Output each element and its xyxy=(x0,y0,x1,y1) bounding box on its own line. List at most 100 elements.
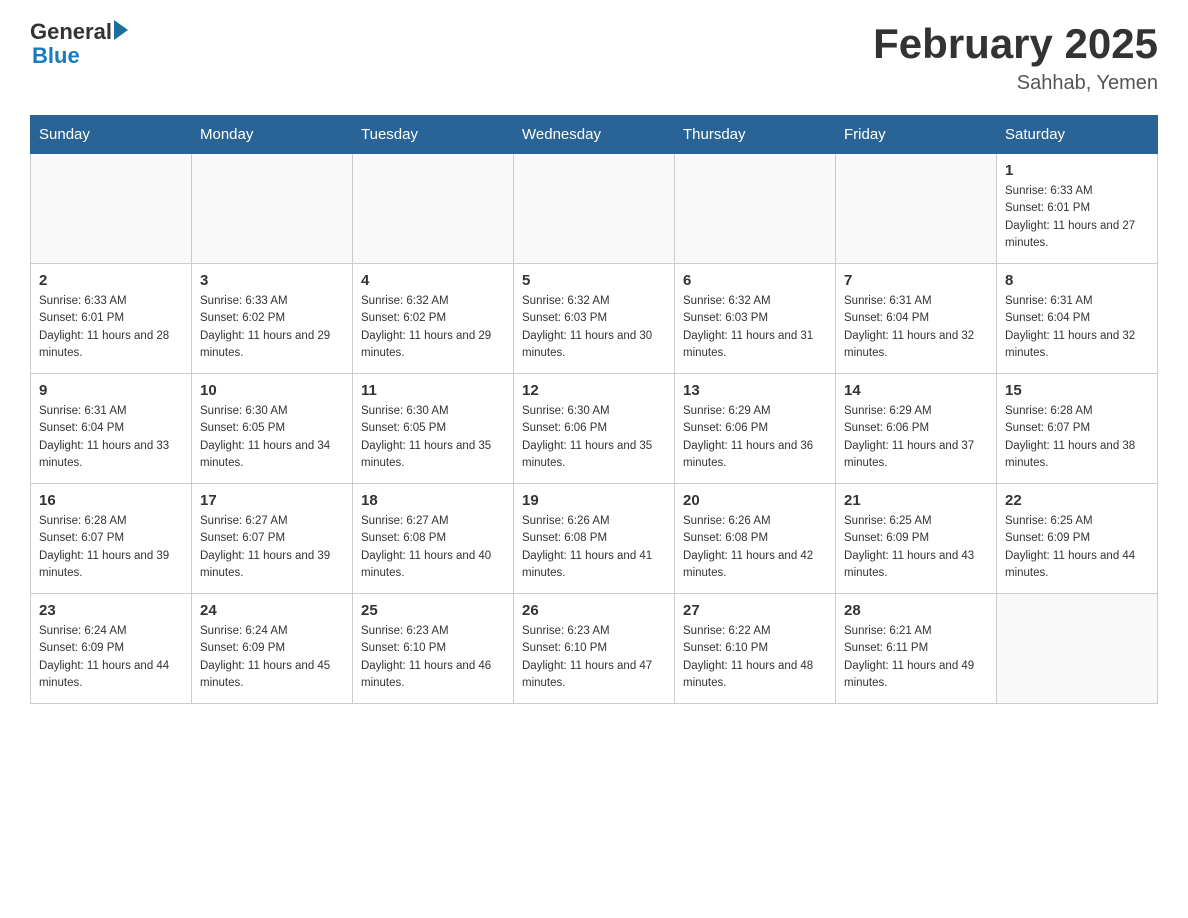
day-number: 14 xyxy=(844,382,988,399)
day-info: Sunrise: 6:32 AMSunset: 6:03 PMDaylight:… xyxy=(683,293,827,362)
day-number: 2 xyxy=(39,272,183,289)
weekday-header-sunday: Sunday xyxy=(31,116,192,154)
day-number: 15 xyxy=(1005,382,1149,399)
day-number: 1 xyxy=(1005,162,1149,179)
calendar-week-row: 1Sunrise: 6:33 AMSunset: 6:01 PMDaylight… xyxy=(31,154,1158,264)
calendar-week-row: 16 Sunrise: 6:28 AMSunset: 6:07 PMDayligh… xyxy=(31,484,1158,594)
day-info: Sunrise: 6:30 AMSunset: 6:05 PMDaylight:… xyxy=(200,403,344,472)
day-number: 28 xyxy=(844,602,988,619)
weekday-header-friday: Friday xyxy=(836,116,997,154)
weekday-header-wednesday: Wednesday xyxy=(514,116,675,154)
calendar-cell xyxy=(31,154,192,264)
day-number: 17 xyxy=(200,492,344,509)
calendar-cell: 10 Sunrise: 6:30 AMSunset: 6:05 PMDayligh… xyxy=(192,374,353,484)
day-number: 11 xyxy=(361,382,505,399)
calendar-cell xyxy=(675,154,836,264)
title-section: February 2025 Sahhab, Yemen xyxy=(873,20,1158,95)
day-number: 12 xyxy=(522,382,666,399)
day-info: Sunrise: 6:30 AMSunset: 6:06 PMDaylight:… xyxy=(522,403,666,472)
day-info: Sunrise: 6:31 AMSunset: 6:04 PMDaylight:… xyxy=(844,293,988,362)
logo-arrow-icon xyxy=(114,20,128,40)
day-info: Sunrise: 6:32 AMSunset: 6:03 PMDaylight:… xyxy=(522,293,666,362)
day-number: 22 xyxy=(1005,492,1149,509)
calendar-cell xyxy=(192,154,353,264)
calendar-cell: 6 Sunrise: 6:32 AMSunset: 6:03 PMDaylight… xyxy=(675,264,836,374)
day-number: 7 xyxy=(844,272,988,289)
day-info: Sunrise: 6:28 AMSunset: 6:07 PMDaylight:… xyxy=(39,513,183,582)
day-info: Sunrise: 6:21 AMSunset: 6:11 PMDaylight:… xyxy=(844,623,988,692)
day-info: Sunrise: 6:29 AMSunset: 6:06 PMDaylight:… xyxy=(683,403,827,472)
calendar-cell: 28 Sunrise: 6:21 AMSunset: 6:11 PMDayligh… xyxy=(836,594,997,704)
day-info: Sunrise: 6:23 AMSunset: 6:10 PMDaylight:… xyxy=(361,623,505,692)
calendar-cell: 12 Sunrise: 6:30 AMSunset: 6:06 PMDayligh… xyxy=(514,374,675,484)
logo: General Blue xyxy=(30,20,128,68)
calendar-week-row: 9 Sunrise: 6:31 AMSunset: 6:04 PMDaylight… xyxy=(31,374,1158,484)
day-number: 9 xyxy=(39,382,183,399)
weekday-header-saturday: Saturday xyxy=(997,116,1158,154)
location-text: Sahhab, Yemen xyxy=(873,72,1158,95)
calendar-cell: 20Sunrise: 6:26 AMSunset: 6:08 PMDayligh… xyxy=(675,484,836,594)
calendar-cell: 19 Sunrise: 6:26 AMSunset: 6:08 PMDayligh… xyxy=(514,484,675,594)
calendar-cell: 27 Sunrise: 6:22 AMSunset: 6:10 PMDayligh… xyxy=(675,594,836,704)
day-info: Sunrise: 6:22 AMSunset: 6:10 PMDaylight:… xyxy=(683,623,827,692)
calendar-cell: 13Sunrise: 6:29 AMSunset: 6:06 PMDayligh… xyxy=(675,374,836,484)
day-number: 18 xyxy=(361,492,505,509)
calendar-cell: 16 Sunrise: 6:28 AMSunset: 6:07 PMDayligh… xyxy=(31,484,192,594)
day-number: 10 xyxy=(200,382,344,399)
day-number: 27 xyxy=(683,602,827,619)
day-number: 3 xyxy=(200,272,344,289)
day-info: Sunrise: 6:33 AMSunset: 6:01 PMDaylight:… xyxy=(39,293,183,362)
day-number: 6 xyxy=(683,272,827,289)
calendar-cell: 15 Sunrise: 6:28 AMSunset: 6:07 PMDayligh… xyxy=(997,374,1158,484)
month-title: February 2025 xyxy=(873,20,1158,68)
day-info: Sunrise: 6:31 AMSunset: 6:04 PMDaylight:… xyxy=(1005,293,1149,362)
day-number: 21 xyxy=(844,492,988,509)
calendar-cell: 3 Sunrise: 6:33 AMSunset: 6:02 PMDaylight… xyxy=(192,264,353,374)
day-info: Sunrise: 6:25 AMSunset: 6:09 PMDaylight:… xyxy=(1005,513,1149,582)
weekday-header-monday: Monday xyxy=(192,116,353,154)
day-info: Sunrise: 6:27 AMSunset: 6:08 PMDaylight:… xyxy=(361,513,505,582)
day-info: Sunrise: 6:23 AMSunset: 6:10 PMDaylight:… xyxy=(522,623,666,692)
page-header: General Blue February 2025 Sahhab, Yemen xyxy=(30,20,1158,95)
calendar-cell: 22 Sunrise: 6:25 AMSunset: 6:09 PMDayligh… xyxy=(997,484,1158,594)
calendar-cell: 7 Sunrise: 6:31 AMSunset: 6:04 PMDaylight… xyxy=(836,264,997,374)
calendar-cell: 2 Sunrise: 6:33 AMSunset: 6:01 PMDaylight… xyxy=(31,264,192,374)
day-number: 5 xyxy=(522,272,666,289)
day-info: Sunrise: 6:24 AMSunset: 6:09 PMDaylight:… xyxy=(39,623,183,692)
logo-text-general: General xyxy=(30,20,112,44)
calendar-week-row: 23 Sunrise: 6:24 AMSunset: 6:09 PMDayligh… xyxy=(31,594,1158,704)
calendar-cell: 23 Sunrise: 6:24 AMSunset: 6:09 PMDayligh… xyxy=(31,594,192,704)
day-number: 23 xyxy=(39,602,183,619)
calendar-cell: 24Sunrise: 6:24 AMSunset: 6:09 PMDayligh… xyxy=(192,594,353,704)
day-number: 19 xyxy=(522,492,666,509)
calendar-cell xyxy=(997,594,1158,704)
day-info: Sunrise: 6:28 AMSunset: 6:07 PMDaylight:… xyxy=(1005,403,1149,472)
day-info: Sunrise: 6:27 AMSunset: 6:07 PMDaylight:… xyxy=(200,513,344,582)
calendar-cell: 17 Sunrise: 6:27 AMSunset: 6:07 PMDayligh… xyxy=(192,484,353,594)
calendar-cell: 18 Sunrise: 6:27 AMSunset: 6:08 PMDayligh… xyxy=(353,484,514,594)
calendar-cell: 21 Sunrise: 6:25 AMSunset: 6:09 PMDayligh… xyxy=(836,484,997,594)
day-info: Sunrise: 6:26 AMSunset: 6:08 PMDaylight:… xyxy=(683,513,827,582)
calendar-cell xyxy=(836,154,997,264)
calendar-week-row: 2 Sunrise: 6:33 AMSunset: 6:01 PMDaylight… xyxy=(31,264,1158,374)
calendar-cell xyxy=(514,154,675,264)
day-info: Sunrise: 6:33 AMSunset: 6:02 PMDaylight:… xyxy=(200,293,344,362)
calendar-cell: 26Sunrise: 6:23 AMSunset: 6:10 PMDayligh… xyxy=(514,594,675,704)
day-number: 16 xyxy=(39,492,183,509)
weekday-header-tuesday: Tuesday xyxy=(353,116,514,154)
logo-text-blue: Blue xyxy=(32,44,80,68)
calendar-cell: 25Sunrise: 6:23 AMSunset: 6:10 PMDayligh… xyxy=(353,594,514,704)
day-number: 4 xyxy=(361,272,505,289)
day-info: Sunrise: 6:31 AMSunset: 6:04 PMDaylight:… xyxy=(39,403,183,472)
calendar-cell: 9 Sunrise: 6:31 AMSunset: 6:04 PMDaylight… xyxy=(31,374,192,484)
calendar-cell: 11Sunrise: 6:30 AMSunset: 6:05 PMDayligh… xyxy=(353,374,514,484)
day-number: 8 xyxy=(1005,272,1149,289)
calendar-header: SundayMondayTuesdayWednesdayThursdayFrid… xyxy=(31,116,1158,154)
calendar-body: 1 Sunrise: 6:33 AMSunset: 6:01 PMDaylight… xyxy=(31,154,1158,704)
weekday-header-thursday: Thursday xyxy=(675,116,836,154)
calendar-cell: 5 Sunrise: 6:32 AMSunset: 6:03 PMDaylight… xyxy=(514,264,675,374)
calendar-cell: 8 Sunrise: 6:31 AMSunset: 6:04 PMDaylight… xyxy=(997,264,1158,374)
calendar-table: SundayMondayTuesdayWednesdayThursdayFrid… xyxy=(30,115,1158,704)
day-info: Sunrise: 6:26 AMSunset: 6:08 PMDaylight:… xyxy=(522,513,666,582)
day-info: Sunrise: 6:25 AMSunset: 6:09 PMDaylight:… xyxy=(844,513,988,582)
